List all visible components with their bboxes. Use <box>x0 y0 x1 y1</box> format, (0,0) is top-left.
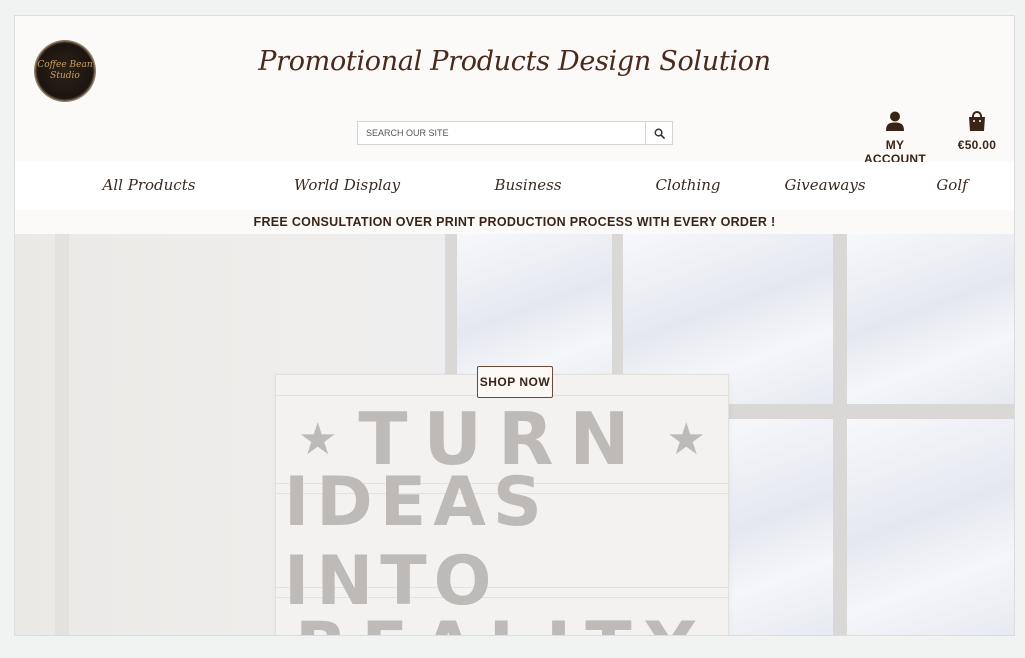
board-line-3: REALITY <box>295 608 709 636</box>
window-pane <box>725 419 833 635</box>
star-icon: ★ <box>666 413 706 465</box>
nav-item-all-products[interactable]: All Products <box>103 176 196 194</box>
shop-now-button[interactable]: SHOP NOW <box>477 366 553 398</box>
search-form <box>357 121 673 145</box>
window-pane <box>847 234 1014 404</box>
search-button[interactable] <box>645 122 672 144</box>
user-icon <box>886 111 904 131</box>
nav-item-business[interactable]: Business <box>494 176 561 194</box>
hero-section: ★ TURN ★ IDEAS INTO REALITY SHOP NOW <box>15 234 1014 636</box>
search-icon <box>654 128 665 139</box>
my-account-link[interactable]: MY ACCOUNT <box>855 111 935 166</box>
cart-total: €50.00 <box>957 138 997 152</box>
site-title: Promotional Products Design Solution <box>258 46 771 77</box>
main-nav: All Products World Display Business Clot… <box>15 162 1014 210</box>
cart-link[interactable]: €50.00 <box>950 111 1004 152</box>
nav-item-golf[interactable]: Golf <box>936 176 967 194</box>
nav-item-world-display[interactable]: World Display <box>294 176 400 194</box>
board-row-2: IDEAS INTO <box>284 463 720 621</box>
nav-item-giveaways[interactable]: Giveaways <box>784 176 865 194</box>
lightbox-board: ★ TURN ★ IDEAS INTO REALITY <box>275 374 729 636</box>
hero-wall-edge <box>55 234 69 635</box>
nav-item-clothing[interactable]: Clothing <box>655 176 720 194</box>
board-line-2: IDEAS INTO <box>284 463 549 621</box>
star-icon: ★ <box>298 413 338 465</box>
promo-banner: FREE CONSULTATION OVER PRINT PRODUCTION … <box>15 210 1014 234</box>
page-frame: Coffee Bean Studio Promotional Products … <box>14 15 1015 636</box>
search-input[interactable] <box>358 122 647 144</box>
window-pane <box>847 419 1014 635</box>
shopping-bag-icon <box>969 111 985 131</box>
board-row-3: REALITY <box>284 607 720 636</box>
